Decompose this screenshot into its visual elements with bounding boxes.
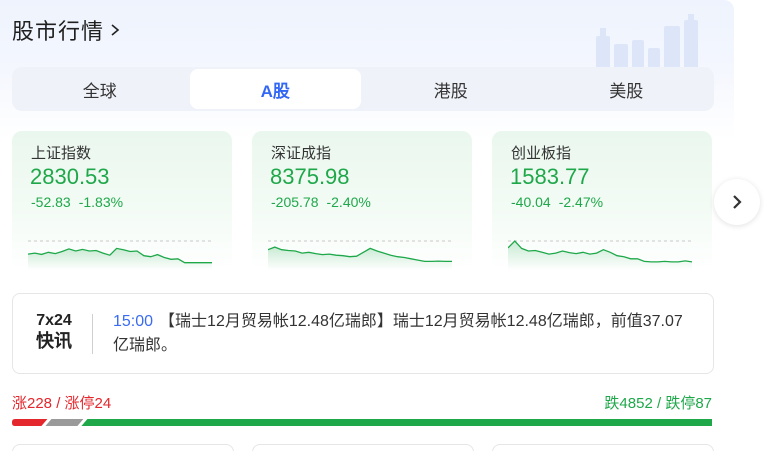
sparkline-area [28, 248, 212, 270]
next-arrow-button[interactable] [714, 179, 760, 225]
news-flash-logo-line1: 7x24 [36, 312, 72, 329]
sparkline-area [508, 241, 692, 270]
index-name: 深证成指 [271, 145, 332, 162]
market-breadth-bar [12, 419, 712, 426]
news-time: 15:00 [113, 313, 154, 330]
index-sparkline [508, 240, 692, 270]
index-name: 创业板指 [511, 145, 572, 162]
chevron-right-icon [733, 195, 742, 209]
market-card: 股市行情 全球 A股 港股 美股 上证指数 2830.53 -52.83 -1.8… [0, 0, 734, 451]
rise-segment [12, 419, 48, 426]
index-card-chinext[interactable]: 创业板指 1583.77 -40.04 -2.47% [492, 131, 712, 272]
tab-global[interactable]: 全球 [14, 69, 186, 109]
index-card-shenzhen[interactable]: 深证成指 8375.98 -205.78 -2.40% [252, 131, 472, 272]
limit-down-count: 跌停87 [665, 395, 712, 412]
index-value: 1583.77 [510, 164, 590, 189]
tab-a-share[interactable]: A股 [189, 69, 361, 109]
news-flash-logo-line2: 快讯 [36, 331, 72, 351]
news-text: 【瑞士12月贸易帐12.48亿瑞郎】瑞士12月贸易帐12.48亿瑞郎，前值37.… [113, 313, 683, 354]
next-card [252, 444, 474, 451]
index-change-row: -52.83 -1.83% [31, 194, 131, 210]
chevron-right-icon [111, 24, 120, 36]
rise-count: 涨228 [12, 395, 53, 412]
building-decoration-icon [596, 14, 698, 70]
index-sparkline [268, 240, 452, 270]
index-percent: -2.40% [326, 194, 371, 210]
tab-hk[interactable]: 港股 [365, 69, 537, 109]
fall-stats: 跌4852 / 跌停87 [604, 395, 712, 412]
fall-count: 跌4852 [604, 395, 653, 412]
index-change: -205.78 [271, 194, 319, 210]
index-percent: -2.47% [558, 194, 604, 210]
index-name: 上证指数 [31, 145, 92, 162]
divider [92, 314, 93, 354]
next-card [12, 444, 234, 451]
news-flash-logo: 7x24 快讯 [31, 312, 77, 352]
index-change-row: -40.04 -2.47% [511, 194, 611, 210]
market-breadth-stats: 涨228 / 涨停24 跌4852 / 跌停87 [12, 392, 712, 412]
next-card [492, 444, 714, 451]
market-tabs: 全球 A股 港股 美股 [12, 67, 714, 111]
tab-us[interactable]: 美股 [541, 69, 713, 109]
fall-segment [81, 419, 712, 426]
section-header[interactable]: 股市行情 [12, 14, 122, 46]
rise-stats: 涨228 / 涨停24 [12, 395, 112, 412]
news-item[interactable]: 15:00 【瑞士12月贸易帐12.48亿瑞郎】瑞士12月贸易帐12.48亿瑞郎，… [113, 310, 698, 358]
index-change-row: -205.78 -2.40% [271, 194, 379, 210]
flat-segment [45, 419, 84, 426]
limit-up-count: 涨停24 [64, 395, 112, 412]
index-change: -52.83 [31, 194, 71, 210]
index-percent: -1.83% [78, 194, 124, 210]
index-change: -40.04 [511, 194, 551, 210]
section-title: 股市行情 [12, 19, 105, 44]
news-flash[interactable]: 7x24 快讯 15:00 【瑞士12月贸易帐12.48亿瑞郎】瑞士12月贸易帐1… [12, 293, 714, 374]
index-value: 8375.98 [270, 164, 350, 189]
index-value: 2830.53 [30, 164, 110, 189]
index-card-shanghai[interactable]: 上证指数 2830.53 -52.83 -1.83% [12, 131, 232, 272]
index-sparkline [28, 240, 212, 270]
